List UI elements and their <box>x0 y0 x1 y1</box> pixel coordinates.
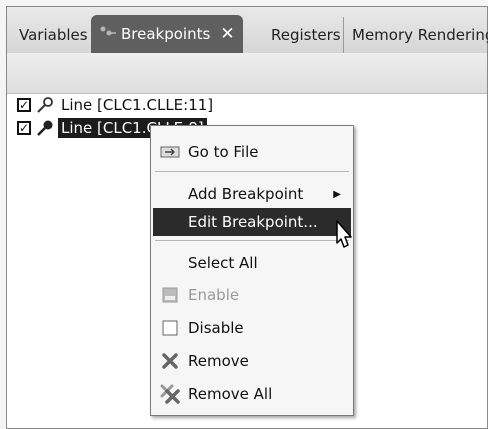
menu-item-label: Edit Breakpoint... <box>188 213 318 231</box>
tab-variables[interactable]: Variables <box>11 17 96 53</box>
menu-item-label: Disable <box>188 319 244 337</box>
tab-breakpoints[interactable]: Breakpoints ✕ <box>91 15 243 53</box>
menu-item-label: Enable <box>188 286 240 304</box>
menu-item-remove-all[interactable]: Remove All <box>153 380 351 408</box>
view-tab-bar: Variables Breakpoints ✕ Registers Memory… <box>7 7 488 54</box>
tab-label: Memory Rendering <box>352 26 488 44</box>
remove-all-icon <box>160 384 180 404</box>
menu-item-go-to-file[interactable]: Go to File <box>153 138 351 166</box>
disable-icon <box>160 319 180 337</box>
menu-item-enable: Enable <box>153 281 351 309</box>
breakpoint-pin-icon <box>36 120 54 136</box>
menu-item-label: Select All <box>188 254 258 272</box>
menu-item-add-breakpoint[interactable]: Add Breakpoint ▶ <box>153 180 351 208</box>
context-menu: Go to File Add Breakpoint ▶ Edit Breakpo… <box>150 125 354 416</box>
breakpoint-checkbox[interactable]: ✓ <box>17 121 31 135</box>
menu-item-disable[interactable]: Disable <box>153 314 351 342</box>
remove-icon <box>160 352 180 370</box>
breakpoint-label: Line [CLC1.CLLE:11] <box>61 96 214 114</box>
breakpoint-row[interactable]: ✓ Line [CLC1.CLLE:11] <box>17 94 216 116</box>
go-to-file-icon <box>160 143 180 161</box>
menu-item-select-all[interactable]: Select All <box>153 249 351 277</box>
menu-separator <box>155 240 349 241</box>
menu-item-edit-breakpoint[interactable]: Edit Breakpoint... <box>153 208 351 236</box>
breakpoint-checkbox[interactable]: ✓ <box>17 98 31 112</box>
menu-item-remove[interactable]: Remove <box>153 347 351 375</box>
close-icon[interactable]: ✕ <box>220 24 234 44</box>
tab-label: Breakpoints <box>121 25 211 43</box>
tab-memory-rendering[interactable]: Memory Rendering <box>343 17 488 53</box>
menu-item-label: Remove All <box>188 385 273 403</box>
breakpoints-icon <box>99 25 117 43</box>
enable-icon <box>160 286 180 304</box>
menu-item-label: Go to File <box>188 143 259 161</box>
mouse-pointer-icon <box>336 220 352 248</box>
view-toolbar <box>7 53 487 94</box>
menu-separator <box>155 171 349 172</box>
menu-item-label: Add Breakpoint <box>188 185 304 203</box>
tab-label: Variables <box>19 26 88 44</box>
tab-registers[interactable]: Registers <box>263 17 349 53</box>
submenu-arrow-icon: ▶ <box>333 188 341 200</box>
menu-item-label: Remove <box>188 352 249 370</box>
tab-label: Registers <box>271 26 341 44</box>
breakpoint-pin-icon <box>36 97 54 113</box>
